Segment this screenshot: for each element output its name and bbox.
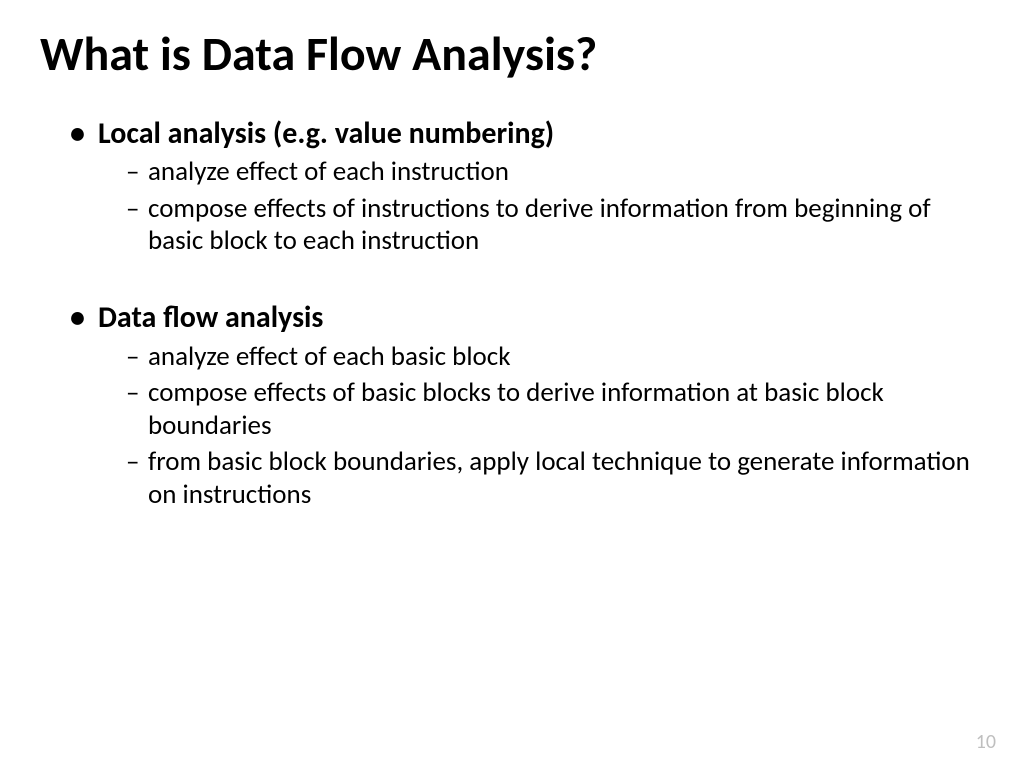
sub-list: analyze effect of each basic block compo…	[98, 341, 984, 511]
spacer	[70, 261, 984, 295]
bullet-list: Local analysis (e.g. value numbering) an…	[40, 115, 984, 511]
bullet-data-flow-analysis: Data flow analysis analyze effect of eac…	[70, 299, 984, 510]
sub-bullet: compose effects of basic blocks to deriv…	[126, 377, 984, 442]
sub-bullet: from basic block boundaries, apply local…	[126, 446, 984, 511]
slide-title: What is Data Flow Analysis?	[40, 28, 984, 81]
sub-list: analyze effect of each instruction compo…	[98, 156, 984, 257]
page-number: 10	[976, 730, 996, 754]
bullet-local-analysis: Local analysis (e.g. value numbering) an…	[70, 115, 984, 258]
sub-bullet: analyze effect of each instruction	[126, 156, 984, 188]
bullet-heading: Data flow analysis	[98, 299, 323, 336]
bullet-heading: Local analysis (e.g. value numbering)	[98, 115, 554, 152]
slide: What is Data Flow Analysis? Local analys…	[0, 0, 1024, 768]
sub-bullet: analyze effect of each basic block	[126, 341, 984, 373]
sub-bullet: compose effects of instructions to deriv…	[126, 193, 984, 258]
